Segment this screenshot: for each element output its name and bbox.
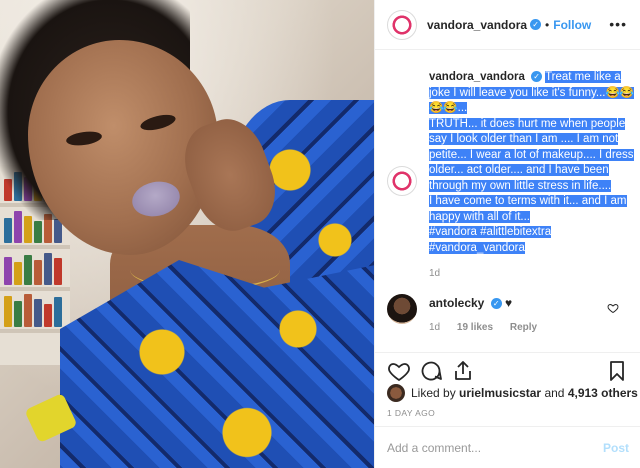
photo-book	[34, 260, 42, 285]
caption-line-3: I have come to terms with it... and I am…	[429, 195, 627, 223]
photo-book	[24, 294, 32, 327]
comment-time[interactable]: 1d	[429, 322, 440, 333]
caption-username[interactable]: vandora_vandora	[429, 71, 525, 83]
like-heart-icon[interactable]	[387, 359, 411, 383]
comment-input[interactable]	[387, 440, 587, 455]
caption-verified-icon: ✓	[531, 71, 543, 83]
photo-book	[14, 262, 22, 285]
caption-line-2: TRUTH... it does hurt me when people say…	[429, 117, 634, 192]
comment-item: antolecky ✓ ♥ 1d 19 likes Reply	[387, 294, 637, 334]
photo-book	[54, 297, 62, 327]
commenter-verified-icon: ✓	[490, 298, 502, 310]
photo-book	[14, 301, 22, 327]
likes-count[interactable]: 4,913 others	[568, 386, 638, 400]
photo-book	[24, 216, 32, 243]
comments-section[interactable]: vandora_vandora ✓ Treat me like a joke I…	[375, 50, 640, 352]
comment-body: ♥	[505, 296, 513, 310]
add-comment-bar: Post	[375, 426, 640, 468]
comment-reply-button[interactable]: Reply	[510, 322, 537, 333]
caption-text: vandora_vandora ✓ Treat me like a joke I…	[429, 70, 639, 256]
follow-button[interactable]: Follow	[553, 18, 591, 32]
comment-text: antolecky ✓ ♥	[429, 296, 512, 310]
comment-likes[interactable]: 19 likes	[457, 322, 493, 333]
photo-book	[34, 221, 42, 243]
save-bookmark-icon[interactable]	[605, 359, 629, 383]
verified-badge-icon: ✓	[530, 19, 542, 30]
likes-and: and	[544, 386, 565, 400]
post-side-panel: vandora_vandora ✓ • Follow ••• vandora_v…	[374, 0, 640, 468]
comment-like-heart-icon[interactable]	[607, 302, 619, 314]
photo-book	[44, 253, 52, 285]
photo-book	[44, 304, 52, 327]
commenter-username[interactable]: antolecky	[429, 296, 484, 310]
photo-book	[4, 257, 12, 285]
caption-avatar[interactable]	[387, 166, 417, 196]
comment-bubble-icon[interactable]	[419, 359, 443, 383]
more-options-icon[interactable]: •••	[609, 16, 627, 32]
photo-book	[34, 299, 42, 327]
post-timestamp[interactable]: 1 DAY AGO	[387, 408, 435, 418]
caption-hashtags-1[interactable]: #vandora #alittlebitextra	[429, 226, 552, 238]
photo-book	[4, 296, 12, 327]
share-icon[interactable]	[451, 359, 475, 383]
instagram-post-view: vandora_vandora ✓ • Follow ••• vandora_v…	[0, 0, 640, 468]
author-avatar[interactable]	[387, 9, 417, 40]
photo-book	[24, 255, 32, 285]
author-username[interactable]: vandora_vandora	[427, 18, 527, 32]
post-comment-button[interactable]: Post	[603, 441, 629, 455]
post-photo[interactable]	[0, 0, 374, 468]
photo-book	[4, 218, 12, 243]
caption-avatar-logo-icon	[390, 169, 414, 193]
liker-avatar[interactable]	[387, 384, 405, 402]
photo-eye-right	[138, 111, 178, 134]
author-avatar-logo-icon	[390, 12, 414, 37]
liker-username[interactable]: urielmusicstar	[459, 386, 541, 400]
likes-prefix: Liked by	[411, 386, 456, 400]
likes-summary: Liked by urielmusicstar and 4,913 others	[387, 384, 638, 402]
photo-eye-left	[65, 129, 103, 148]
post-header: vandora_vandora ✓ • Follow •••	[375, 0, 640, 50]
commenter-avatar[interactable]	[387, 294, 417, 324]
photo-book	[54, 258, 62, 285]
header-separator: •	[545, 17, 550, 32]
caption-hashtags-2[interactable]: #vandora_vandora	[429, 241, 525, 254]
caption-time[interactable]: 1d	[429, 268, 440, 279]
comment-meta: 1d 19 likes Reply	[429, 322, 551, 333]
